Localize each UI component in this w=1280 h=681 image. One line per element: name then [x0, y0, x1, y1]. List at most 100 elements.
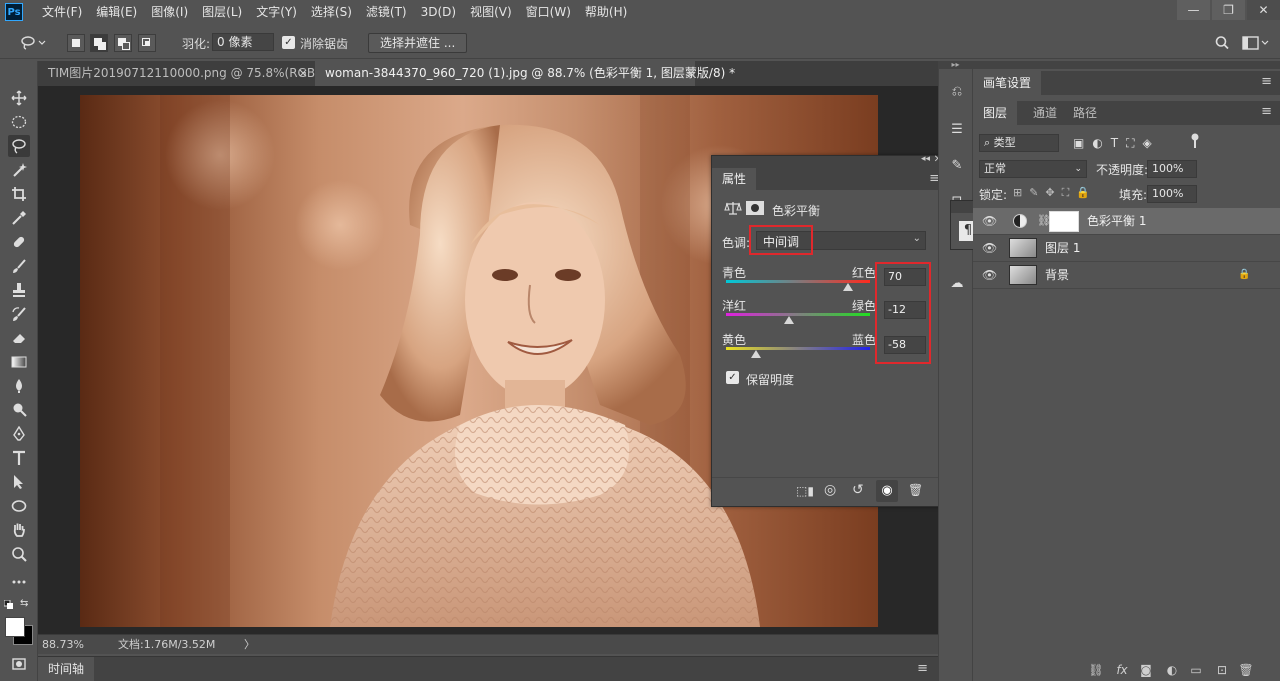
view-previous-state-icon[interactable]: ◎ [824, 482, 836, 498]
menu-select[interactable]: 选择(S) [304, 0, 359, 24]
history-brush-tool-icon[interactable] [8, 303, 30, 325]
brush-settings-tab[interactable]: 画笔设置 [973, 71, 1042, 95]
visibility-eye-icon[interactable]: ◉ [876, 480, 898, 502]
new-group-icon[interactable]: ▭ [1188, 662, 1204, 678]
layer-row-background[interactable]: 👁 背景 🔒 [973, 262, 1280, 289]
ellipse-tool-icon[interactable] [8, 495, 30, 517]
zoom-level[interactable]: 88.73% [42, 635, 84, 654]
clip-to-layer-icon[interactable]: ⬚▮ [796, 484, 814, 498]
photoshop-logo-icon[interactable]: Ps [5, 3, 23, 21]
default-colors-icon[interactable] [3, 599, 14, 609]
subtract-selection-mode-button[interactable] [114, 34, 132, 52]
pen-tool-icon[interactable] [8, 423, 30, 445]
hand-tool-icon[interactable] [8, 519, 30, 541]
intersect-selection-mode-button[interactable] [138, 34, 156, 52]
fx-icon[interactable]: fx [1114, 662, 1130, 678]
fill-input[interactable]: 100% [1147, 185, 1197, 203]
visibility-eye-icon[interactable]: 👁 [982, 215, 997, 227]
lasso-tool-icon[interactable] [8, 135, 30, 157]
libraries-panel-icon[interactable]: ☁ [947, 273, 967, 293]
restore-button[interactable]: ❐ [1212, 0, 1245, 20]
menu-window[interactable]: 窗口(W) [519, 0, 578, 24]
brush-panel-icon[interactable]: ✎ [947, 155, 967, 175]
filter-toggle-icon[interactable] [1191, 133, 1199, 149]
minimize-button[interactable]: — [1177, 0, 1210, 20]
more-tools-icon[interactable] [8, 571, 30, 593]
tab-paths[interactable]: 路径 [1063, 101, 1107, 125]
opacity-input[interactable]: 100% [1147, 160, 1197, 178]
brush-tool-icon[interactable] [8, 255, 30, 277]
close-tab-icon[interactable]: × [298, 61, 308, 86]
zoom-tool-icon[interactable] [8, 543, 30, 565]
visibility-eye-icon[interactable]: 👁 [982, 269, 997, 281]
menu-layer[interactable]: 图层(L) [195, 0, 249, 24]
menu-help[interactable]: 帮助(H) [578, 0, 634, 24]
timeline-menu-icon[interactable]: ≡ [917, 662, 928, 676]
layer-row-color-balance[interactable]: 👁 ⛓ 色彩平衡 1 [973, 208, 1280, 235]
close-tab-icon[interactable]: × [686, 61, 696, 86]
menu-view[interactable]: 视图(V) [463, 0, 519, 24]
document-tab-tim[interactable]: TIM图片20190712110000.png @ 75.8%(RGB/8) [38, 61, 331, 86]
foreground-color-swatch[interactable] [5, 617, 25, 637]
type-tool-icon[interactable] [8, 447, 30, 469]
status-menu-arrow-icon[interactable]: 〉 [244, 635, 255, 654]
reset-icon[interactable]: ↺ [852, 482, 864, 498]
menu-edit[interactable]: 编辑(E) [89, 0, 144, 24]
dodge-tool-icon[interactable] [8, 399, 30, 421]
collapse-panel-icon[interactable]: ◂◂ [921, 154, 930, 164]
layer-filter-icons[interactable]: ▣◐T⛶◈ [1073, 136, 1160, 151]
quick-selection-tool-icon[interactable] [8, 159, 30, 181]
menu-type[interactable]: 文字(Y) [249, 0, 304, 24]
close-window-button[interactable]: ✕ [1247, 0, 1280, 20]
healing-brush-tool-icon[interactable] [8, 231, 30, 253]
tab-layers[interactable]: 图层 [973, 101, 1018, 125]
add-mask-icon[interactable]: ◙ [1138, 662, 1154, 678]
gradient-tool-icon[interactable] [8, 351, 30, 373]
preserve-luminosity-checkbox[interactable]: ✓ [726, 371, 739, 384]
eyedropper-tool-icon[interactable] [8, 207, 30, 229]
select-and-mask-button[interactable]: 选择并遮住 ... [368, 33, 468, 53]
menu-file[interactable]: 文件(F) [35, 0, 89, 24]
panel-menu-icon[interactable]: ≡ [1261, 105, 1272, 119]
cyan-red-thumb[interactable] [843, 283, 854, 291]
visibility-eye-icon[interactable]: 👁 [982, 242, 997, 254]
adjustments-panel-icon[interactable]: ☰ [947, 119, 967, 139]
eraser-tool-icon[interactable] [8, 327, 30, 349]
feather-input[interactable]: 0 像素 [212, 33, 274, 51]
new-adjustment-layer-icon[interactable]: ◐ [1164, 662, 1180, 678]
swap-colors-icon[interactable]: ⇆ [20, 599, 32, 609]
add-to-selection-mode-button[interactable] [90, 34, 108, 52]
properties-tab[interactable]: 属性 [712, 168, 757, 190]
new-layer-icon[interactable]: ⊡ [1214, 662, 1230, 678]
delete-icon[interactable]: 🗑 [908, 483, 923, 497]
move-tool-icon[interactable] [8, 87, 30, 109]
magenta-green-thumb[interactable] [784, 316, 795, 324]
workspace-icon[interactable] [1242, 35, 1270, 51]
antialias-checkbox[interactable]: ✓ [282, 36, 295, 49]
layer-row-layer1[interactable]: 👁 图层 1 [973, 235, 1280, 262]
dock-expand-icon[interactable]: ▸▸ [939, 61, 972, 69]
document-tab-woman[interactable]: woman-3844370_960_720 (1).jpg @ 88.7% (色… [315, 61, 735, 86]
timeline-tab[interactable]: 时间轴 [38, 657, 95, 681]
layer-mask-icon[interactable] [746, 201, 764, 215]
quick-mask-icon[interactable] [8, 653, 30, 675]
crop-tool-icon[interactable] [8, 183, 30, 205]
menu-3d[interactable]: 3D(D) [414, 0, 463, 24]
tab-channels[interactable]: 通道 [1023, 101, 1067, 125]
link-layers-icon[interactable]: ⛓ [1088, 662, 1104, 678]
menu-filter[interactable]: 滤镜(T) [359, 0, 414, 24]
blur-tool-icon[interactable] [8, 375, 30, 397]
history-panel-icon[interactable]: ⎌ [947, 81, 967, 101]
lasso-preset-icon[interactable] [20, 35, 46, 51]
yellow-blue-slider[interactable] [726, 347, 870, 350]
path-selection-tool-icon[interactable] [8, 471, 30, 493]
blend-mode-select[interactable]: 正常 ⌄ [979, 160, 1087, 178]
delete-layer-icon[interactable]: 🗑 [1238, 662, 1254, 678]
layer-filter-select[interactable]: ⌕ 类型 [979, 134, 1059, 152]
new-selection-mode-button[interactable] [67, 34, 85, 52]
marquee-tool-icon[interactable] [8, 111, 30, 133]
magenta-green-slider[interactable] [726, 313, 870, 316]
search-icon[interactable] [1214, 35, 1230, 51]
panel-menu-icon[interactable]: ≡ [1261, 75, 1272, 89]
properties-panel-header[interactable]: ◂◂ ✕ [712, 154, 946, 168]
